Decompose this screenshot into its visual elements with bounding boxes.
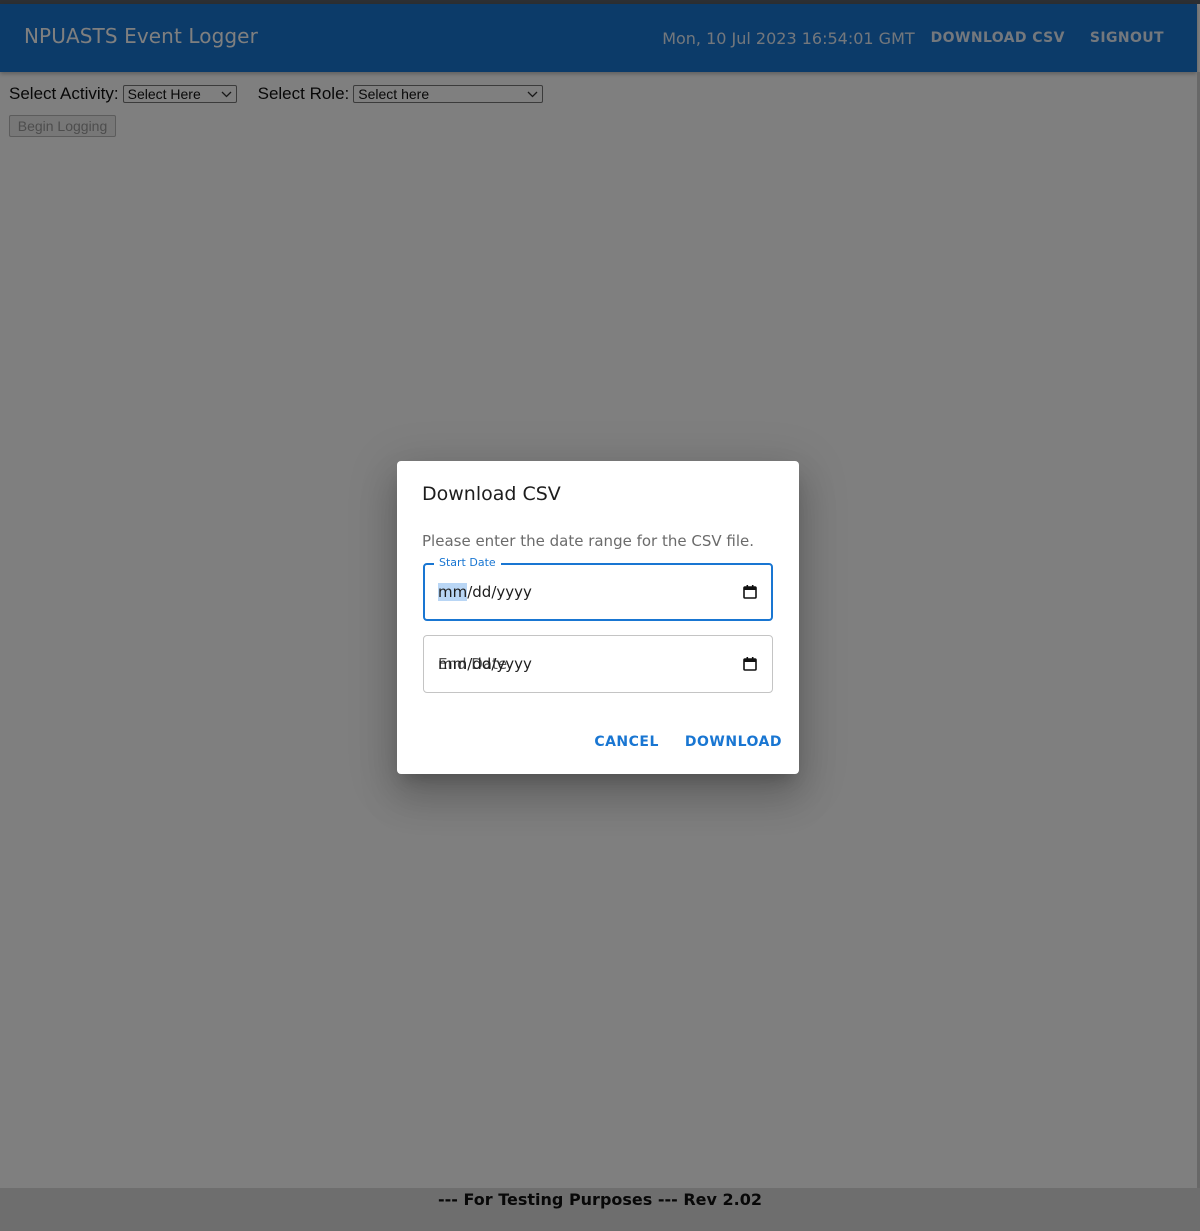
dialog-title: Download CSV [422,483,561,505]
dialog-actions: CANCEL DOWNLOAD [594,730,782,754]
start-date-rest-segments[interactable]: /dd/yyyy [467,583,532,601]
end-date-field[interactable]: mm/dd/yyyy End Date [423,635,773,693]
download-button[interactable]: DOWNLOAD [685,730,782,754]
calendar-icon[interactable] [742,584,758,600]
end-date-text: mm/dd/yyyy End Date [438,655,532,673]
start-date-month-segment[interactable]: mm [438,583,468,601]
start-date-field[interactable]: Start Date mm/dd/yyyy [423,556,773,621]
start-date-label: Start Date [434,556,501,569]
download-csv-dialog: Download CSV Please enter the date range… [397,461,799,774]
cancel-button[interactable]: CANCEL [594,730,659,754]
dialog-description: Please enter the date range for the CSV … [422,532,754,550]
start-date-input[interactable]: mm/dd/yyyy [438,583,742,601]
end-date-input[interactable]: mm/dd/yyyy End Date [438,655,742,673]
end-date-label: End Date [438,655,508,673]
calendar-icon[interactable] [742,656,758,672]
